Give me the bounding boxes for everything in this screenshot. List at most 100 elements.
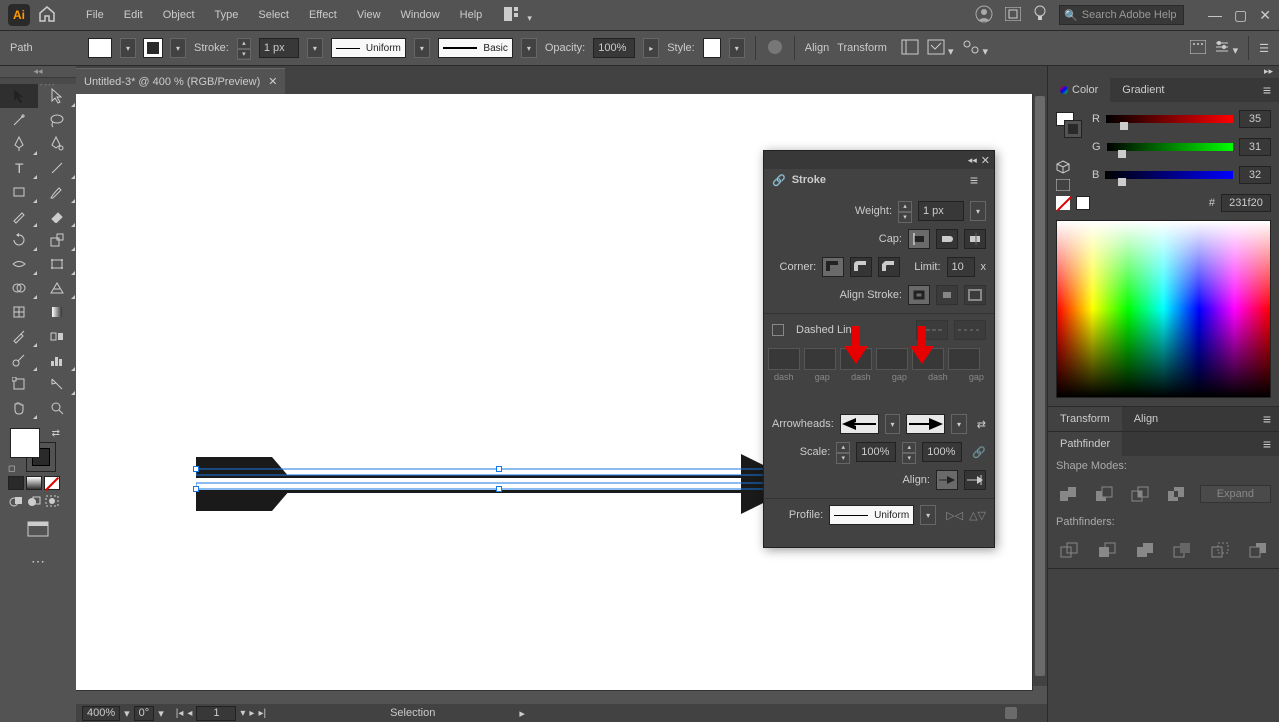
limit-input[interactable] — [947, 257, 975, 277]
zoom-drop[interactable]: ▾ — [124, 707, 130, 720]
draw-inside[interactable] — [44, 494, 60, 508]
menu-help[interactable]: Help — [450, 1, 493, 29]
merge-button[interactable] — [1132, 538, 1158, 562]
weight-drop[interactable]: ▾ — [970, 201, 986, 221]
scale-end-stepper[interactable]: ▴▾ — [902, 442, 916, 462]
width-tool[interactable] — [0, 252, 38, 276]
gap-1[interactable] — [804, 348, 836, 370]
crop-button[interactable] — [1169, 538, 1195, 562]
align-outside[interactable] — [964, 285, 986, 305]
swap-arrowheads-icon[interactable]: ⇄ — [977, 418, 986, 431]
tab-color[interactable]: Color — [1048, 78, 1110, 102]
first-page[interactable]: |◂ — [176, 708, 184, 719]
fill-color[interactable] — [10, 428, 40, 458]
fill-drop[interactable]: ▾ — [120, 38, 136, 58]
minus-back-button[interactable] — [1245, 538, 1271, 562]
search-input[interactable]: 🔍 Search Adobe Help — [1059, 5, 1184, 25]
expand-button[interactable]: Expand — [1200, 485, 1271, 503]
align-center[interactable] — [908, 285, 930, 305]
outline-button[interactable] — [1207, 538, 1233, 562]
unite-button[interactable] — [1056, 482, 1080, 506]
direct-selection-tool[interactable] — [38, 84, 76, 108]
brush-drop[interactable]: ▾ — [521, 38, 537, 58]
slice-tool[interactable] — [38, 372, 76, 396]
opacity-drop[interactable]: ▸ — [643, 38, 659, 58]
type-tool[interactable]: T — [0, 156, 38, 180]
colormode-gradient[interactable] — [26, 476, 42, 490]
r-value[interactable] — [1239, 110, 1271, 128]
mesh-tool[interactable] — [0, 300, 38, 324]
draw-normal[interactable] — [8, 494, 24, 508]
maximize-button[interactable]: ▢ — [1234, 7, 1247, 24]
style-drop[interactable]: ▾ — [729, 38, 745, 58]
flip-along-icon[interactable]: ▷◁ — [946, 509, 963, 522]
align-inside[interactable] — [936, 285, 958, 305]
align-label[interactable]: Align — [805, 42, 829, 54]
column-graph-tool[interactable] — [38, 348, 76, 372]
arrowhead-end[interactable] — [906, 414, 945, 434]
lasso-tool[interactable] — [38, 108, 76, 132]
dash-align[interactable] — [954, 320, 986, 340]
page-field[interactable]: 1 — [196, 706, 236, 721]
artboard-tool[interactable] — [0, 372, 38, 396]
colormode-none[interactable] — [44, 476, 60, 490]
cap-butt[interactable] — [908, 229, 930, 249]
gradient-tool[interactable] — [38, 300, 76, 324]
arrow-align-tip[interactable] — [936, 470, 958, 490]
collapse-icon[interactable]: ◂◂ — [968, 155, 977, 166]
arrow-start-drop[interactable]: ▾ — [885, 414, 901, 434]
menu-type[interactable]: Type — [205, 1, 249, 29]
weight-stepper[interactable]: ▴▾ — [898, 201, 912, 221]
rotation-field[interactable]: 0° — [134, 706, 155, 721]
menu-select[interactable]: Select — [248, 1, 299, 29]
eraser-tool[interactable] — [38, 204, 76, 228]
dash-1[interactable] — [768, 348, 800, 370]
profile-select[interactable]: Uniform — [331, 38, 406, 58]
preferences-icon[interactable]: ▾ — [1214, 40, 1239, 57]
menu-edit[interactable]: Edit — [114, 1, 153, 29]
stroke-panel-menu[interactable]: ≡ — [962, 172, 986, 188]
arrange-docs-icon[interactable] — [1005, 7, 1021, 24]
flip-across-icon[interactable]: △▽ — [969, 509, 986, 522]
tab-gradient[interactable]: Gradient — [1110, 78, 1176, 102]
profile-drop[interactable]: ▾ — [414, 38, 430, 58]
prev-page[interactable]: ◂ — [187, 708, 192, 719]
selection-tool[interactable] — [0, 84, 38, 108]
menu-object[interactable]: Object — [153, 1, 205, 29]
toolbox-collapse[interactable]: ◂◂ — [0, 66, 76, 78]
intersect-button[interactable] — [1128, 482, 1152, 506]
scale-start-input[interactable] — [856, 442, 896, 462]
menu-file[interactable]: File — [76, 1, 114, 29]
color-panel-menu[interactable]: ≡ — [1255, 82, 1279, 98]
swap-fill-stroke[interactable]: ⇄ — [52, 428, 60, 439]
corner-bevel[interactable] — [878, 257, 900, 277]
cap-projecting[interactable] — [964, 229, 986, 249]
b-value[interactable] — [1239, 166, 1271, 184]
zoom-tool[interactable] — [38, 396, 76, 420]
g-slider[interactable] — [1107, 143, 1233, 151]
close-panel-icon[interactable]: ✕ — [981, 154, 990, 167]
arrow-artwork[interactable] — [196, 454, 806, 517]
transform-label[interactable]: Transform — [837, 42, 887, 54]
zoom-field[interactable]: 400% — [82, 706, 120, 721]
close-tab-icon[interactable]: ✕ — [268, 75, 277, 88]
transform-panel-menu[interactable]: ≡ — [1255, 411, 1279, 427]
last-page[interactable]: ▸| — [258, 708, 266, 719]
pathfinder-panel-menu[interactable]: ≡ — [1255, 436, 1279, 452]
isolate-icon[interactable] — [901, 39, 919, 58]
trim-button[interactable] — [1094, 538, 1120, 562]
workspace-switcher-icon[interactable]: ▾ — [504, 7, 532, 24]
corner-miter[interactable] — [822, 257, 844, 277]
dashed-checkbox[interactable] — [772, 324, 784, 336]
stroke-drop[interactable]: ▾ — [170, 38, 186, 58]
colormode-color[interactable] — [8, 476, 24, 490]
line-segment-tool[interactable] — [38, 156, 76, 180]
white-swatch[interactable] — [1076, 196, 1090, 210]
perspective-grid-tool[interactable] — [38, 276, 76, 300]
user-icon[interactable] — [975, 5, 993, 26]
arrowhead-start[interactable] — [840, 414, 879, 434]
blend-tool[interactable] — [38, 324, 76, 348]
weight-input[interactable] — [918, 201, 964, 221]
page-drop[interactable]: ▾ — [240, 708, 245, 719]
panel-menu-icon[interactable]: ☰ — [1259, 42, 1269, 55]
